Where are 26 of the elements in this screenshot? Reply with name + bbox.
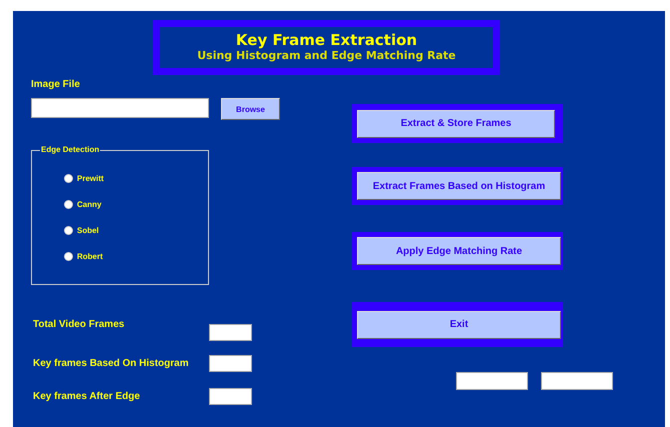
browse-button[interactable]: Browse [221, 98, 280, 120]
radio-button[interactable] [64, 226, 73, 235]
group-legend: Edge Detection [40, 144, 100, 156]
file-path-field[interactable] [31, 98, 209, 118]
radio-label: Prewitt [77, 174, 104, 183]
app-subtitle: Using Histogram and Edge Matching Rate [197, 49, 456, 63]
radio-label: Sobel [77, 226, 99, 235]
action-button[interactable]: Exit [357, 310, 561, 338]
action-button[interactable]: Extract & Store Frames [357, 110, 555, 138]
count-field[interactable] [209, 324, 252, 341]
radio-label: Robert [77, 252, 103, 261]
output-field[interactable] [456, 372, 528, 390]
count-label: Key frames Based On Histogram [33, 358, 190, 368]
count-label: Total Video Frames [33, 319, 126, 330]
app-title: Key Frame Extraction [236, 32, 418, 49]
image-file-label: Image File [31, 79, 81, 92]
count-label: Key frames After Edge [33, 390, 141, 402]
radio-button[interactable] [64, 200, 73, 209]
radio-button[interactable] [64, 252, 73, 261]
action-button[interactable]: Apply Edge Matching Rate [357, 237, 561, 265]
count-field[interactable] [209, 354, 252, 372]
radio-button[interactable] [64, 174, 73, 183]
output-field[interactable] [541, 372, 613, 390]
radio-label: Canny [77, 200, 102, 209]
action-button[interactable]: Extract Frames Based on Histogram [357, 172, 561, 200]
count-field[interactable] [209, 388, 252, 404]
